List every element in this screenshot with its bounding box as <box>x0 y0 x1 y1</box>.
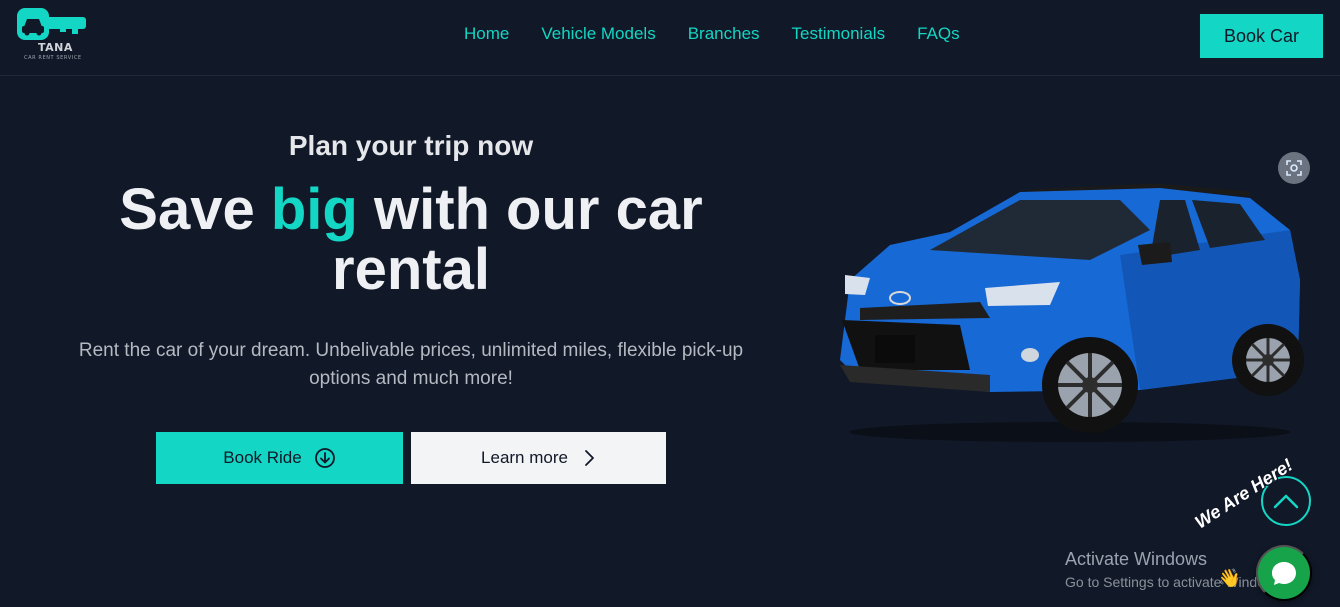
brand-tagline: CAR RENT SERVICE <box>24 55 82 61</box>
hero-title-start: Save <box>119 177 271 242</box>
book-ride-button[interactable]: Book Ride <box>156 432 403 484</box>
main-nav: Home Vehicle Models Branches Testimonial… <box>464 24 960 44</box>
circle-arrow-down-icon <box>314 448 335 468</box>
windows-activation-subtitle: Go to Settings to activate Windows. <box>1065 574 1286 590</box>
nav-link-faqs[interactable]: FAQs <box>917 24 960 44</box>
brand-name: TANA <box>38 41 73 54</box>
chat-bubble-icon <box>1272 562 1296 585</box>
nav-link-testimonials[interactable]: Testimonials <box>792 24 886 44</box>
learn-more-label: Learn more <box>481 448 568 467</box>
navbar: TANA CAR RENT SERVICE Home Vehicle Model… <box>0 0 1340 76</box>
hero-title-end: with our car rental <box>332 177 703 302</box>
book-ride-label: Book Ride <box>223 448 302 467</box>
car-key-logo-icon <box>17 8 86 40</box>
chat-button[interactable] <box>1256 545 1312 601</box>
blue-suv-image <box>840 183 1304 442</box>
hero-kicker: Plan your trip now <box>288 130 534 161</box>
visual-search-glyph <box>1286 160 1302 176</box>
nav-link-home[interactable]: Home <box>464 24 509 44</box>
chevron-right-icon <box>585 450 594 466</box>
windows-activation-title: Activate Windows <box>1065 549 1208 569</box>
hero-title: Save big with our car rental <box>90 180 732 300</box>
learn-more-button[interactable]: Learn more <box>411 432 666 484</box>
hero-description: Rent the car of your dream. Unbelivable … <box>78 340 744 389</box>
waving-hand-icon: 👋 <box>1218 568 1241 589</box>
nav-link-branches[interactable]: Branches <box>688 24 760 44</box>
nav-link-vehicle-models[interactable]: Vehicle Models <box>541 24 655 44</box>
chat-badge-text: We Are Here! <box>1191 454 1297 533</box>
visual-search-icon[interactable] <box>1278 152 1310 184</box>
hero-title-accent: big <box>270 177 358 242</box>
brand-logo[interactable]: TANA CAR RENT SERVICE <box>16 6 96 64</box>
book-car-button[interactable]: Book Car <box>1200 14 1323 58</box>
